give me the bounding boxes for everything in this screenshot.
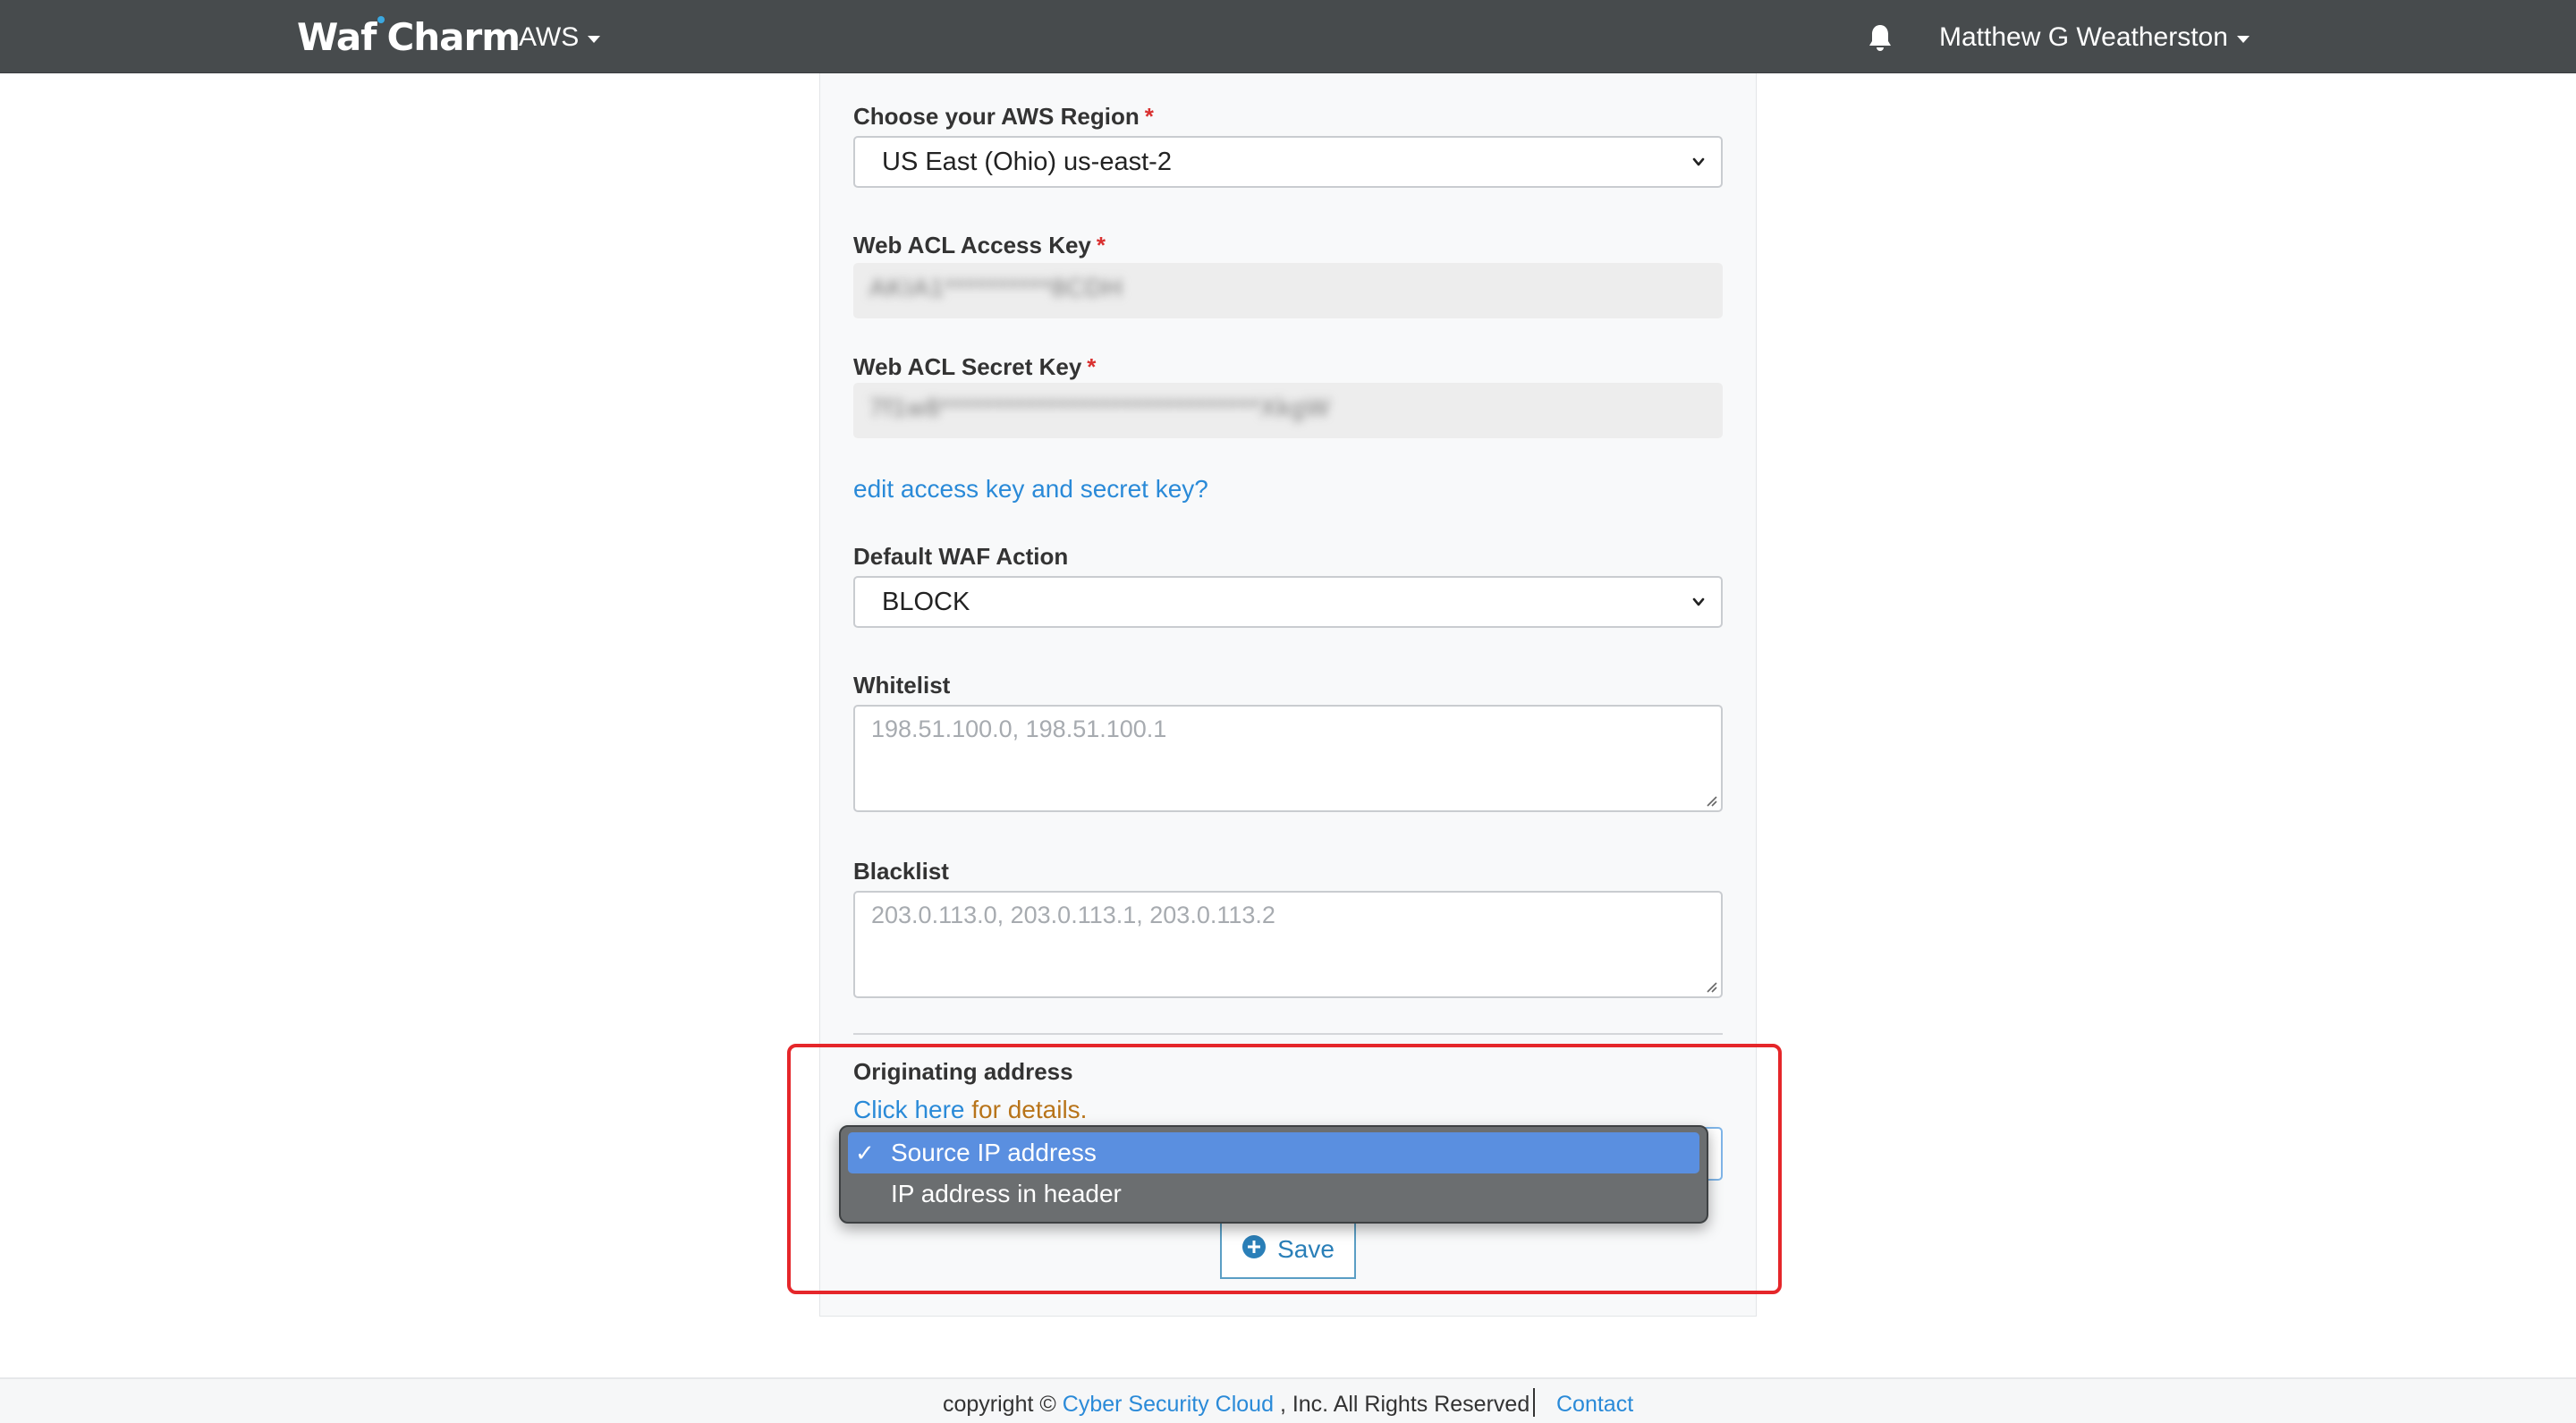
option-label: Source IP address — [891, 1139, 1097, 1166]
required-mark: * — [1144, 103, 1154, 130]
region-select-value: US East (Ohio) us-east-2 — [882, 148, 1172, 176]
logo-text-charm: Charm — [386, 15, 521, 59]
chevron-down-icon — [1692, 597, 1705, 606]
footer-separator — [1533, 1388, 1535, 1417]
required-mark: * — [1087, 353, 1097, 380]
bell-icon[interactable] — [1868, 23, 1893, 52]
blacklist-textarea[interactable]: 203.0.113.0, 203.0.113.1, 203.0.113.2 — [853, 891, 1723, 998]
whitelist-label: Whitelist — [853, 672, 951, 699]
plus-circle-icon — [1242, 1235, 1267, 1258]
caret-down-icon — [588, 36, 601, 43]
option-ip-in-header[interactable]: IP address in header — [848, 1173, 1699, 1215]
save-button-label: Save — [1277, 1235, 1335, 1263]
resize-handle-icon[interactable] — [1705, 980, 1717, 993]
copyright-text: copyright © Cyber Security Cloud , Inc. … — [943, 1392, 1530, 1417]
page-footer: copyright © Cyber Security Cloud , Inc. … — [0, 1377, 2576, 1423]
save-button[interactable]: Save — [1220, 1220, 1356, 1279]
region-label: Choose your AWS Region * — [853, 103, 1154, 130]
region-select[interactable]: US East (Ohio) us-east-2 — [853, 136, 1723, 188]
default-action-value: BLOCK — [882, 588, 970, 616]
wafcharm-logo[interactable]: Waf Charm — [297, 14, 521, 61]
details-link[interactable]: Click here — [853, 1096, 964, 1123]
logo-text-waf: Waf — [297, 15, 377, 59]
contact-link-wrapper: Contact — [1556, 1390, 1633, 1419]
logo-dot-icon — [376, 14, 386, 61]
access-key-label: Web ACL Access Key * — [853, 232, 1106, 258]
contact-link[interactable]: Contact — [1556, 1392, 1633, 1417]
originating-address-label: Originating address — [853, 1058, 1073, 1085]
secret-key-field: 7f1w8******************************XkgW — [853, 383, 1723, 438]
required-mark: * — [1096, 232, 1106, 258]
whitelist-textarea[interactable]: 198.51.100.0, 198.51.100.1 — [853, 705, 1723, 812]
chevron-down-icon — [1692, 157, 1705, 166]
blacklist-label: Blacklist — [853, 858, 949, 885]
secret-key-value: 7f1w8******************************XkgW — [869, 394, 1331, 421]
caret-down-icon — [2236, 36, 2250, 43]
blacklist-placeholder: 203.0.113.0, 203.0.113.1, 203.0.113.2 — [871, 902, 1275, 928]
access-key-field: AKIA1**********8CDH — [853, 263, 1723, 318]
secret-key-label: Web ACL Secret Key * — [853, 353, 1097, 380]
default-action-label: Default WAF Action — [853, 543, 1069, 570]
checkmark-icon: ✓ — [855, 1139, 875, 1166]
user-name: Matthew G Weatherston — [1939, 22, 2228, 52]
details-line: Click here for details. — [853, 1095, 1087, 1125]
whitelist-placeholder: 198.51.100.0, 198.51.100.1 — [871, 716, 1167, 742]
option-label: IP address in header — [891, 1180, 1122, 1207]
aws-menu-dropdown[interactable]: AWS — [519, 20, 601, 55]
option-source-ip[interactable]: ✓ Source IP address — [848, 1132, 1699, 1173]
company-link[interactable]: Cyber Security Cloud — [1063, 1392, 1274, 1417]
resize-handle-icon[interactable] — [1705, 794, 1717, 807]
access-key-value: AKIA1**********8CDH — [869, 274, 1123, 301]
section-divider — [853, 1033, 1723, 1035]
edit-keys-link[interactable]: edit access key and secret key? — [853, 474, 1208, 504]
user-menu-dropdown[interactable]: Matthew G Weatherston — [1939, 20, 2250, 55]
details-suffix: for details. — [971, 1096, 1088, 1123]
aws-menu-label: AWS — [519, 22, 580, 52]
top-navbar: Waf Charm AWS Matthew G Weatherston — [0, 0, 2576, 73]
default-action-select[interactable]: BLOCK — [853, 576, 1723, 628]
originating-address-dropdown[interactable]: ✓ Source IP address IP address in header — [839, 1125, 1708, 1224]
